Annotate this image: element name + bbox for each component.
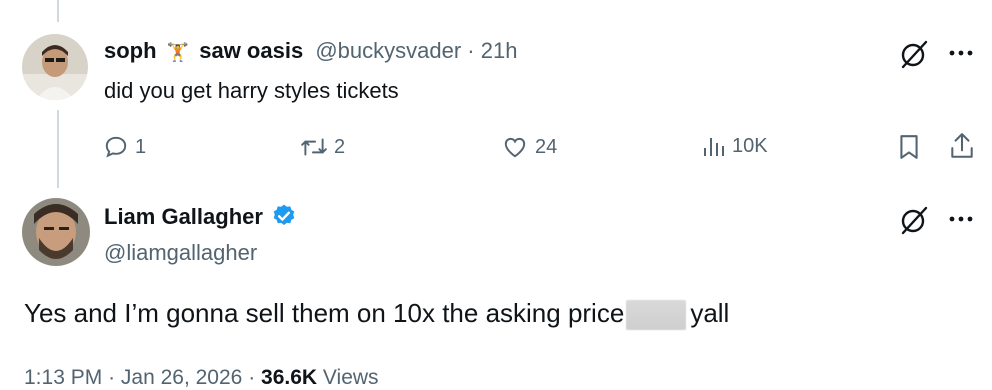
reply-icon xyxy=(105,136,127,158)
tweet-date[interactable]: Jan 26, 2026 xyxy=(121,366,242,389)
thread-connector-bottom xyxy=(57,110,59,188)
retweet-count: 2 xyxy=(334,135,346,158)
tweet-text-before: Yes and I’m gonna sell them on 10x the a… xyxy=(24,298,625,328)
share-icon xyxy=(951,133,973,158)
views-label: Views xyxy=(322,366,379,389)
meta-separator-2: · xyxy=(248,366,256,389)
like-icon xyxy=(504,137,526,158)
reply-count: 1 xyxy=(135,135,147,158)
verified-badge-icon[interactable] xyxy=(271,203,297,229)
bookmark-icon xyxy=(900,135,918,159)
reply-header: soph 🏋 saw oasis @buckysvader · 21h xyxy=(104,38,517,64)
name-emoji: 🏋 xyxy=(166,42,190,62)
like-action[interactable]: 24 xyxy=(501,134,557,160)
avatar-soph[interactable] xyxy=(22,34,88,100)
grok-icon xyxy=(901,206,928,235)
share-button[interactable] xyxy=(946,130,978,162)
grok-button[interactable] xyxy=(896,36,932,72)
thread-connector-top xyxy=(57,0,59,22)
display-name[interactable]: soph xyxy=(104,38,157,63)
grok-button-main[interactable] xyxy=(896,202,932,238)
more-button-main[interactable] xyxy=(945,204,977,234)
avatar-liam[interactable] xyxy=(22,198,90,266)
main-handle[interactable]: @liamgallagher xyxy=(104,240,257,266)
timestamp[interactable]: 21h xyxy=(481,38,518,63)
meta-separator: · xyxy=(108,366,116,389)
retweet-icon xyxy=(301,138,327,156)
display-name-suffix[interactable]: saw oasis xyxy=(199,38,303,63)
main-header-name: Liam Gallagher xyxy=(104,203,297,230)
tweet-time[interactable]: 1:13 PM xyxy=(24,366,102,389)
reply-text: did you get harry styles tickets xyxy=(104,78,399,103)
separator: · xyxy=(467,38,475,63)
more-button[interactable] xyxy=(945,38,977,68)
main-tweet-text: Yes and I’m gonna sell them on 10x the a… xyxy=(24,297,730,331)
reply-action[interactable]: 1 xyxy=(103,134,146,160)
more-icon xyxy=(949,50,973,56)
display-name[interactable]: Liam Gallagher xyxy=(104,204,263,229)
grok-icon xyxy=(901,40,928,69)
handle[interactable]: @buckysvader xyxy=(315,38,461,63)
retweet-action[interactable]: 2 xyxy=(300,134,345,160)
bookmark-button[interactable] xyxy=(894,132,924,162)
like-count: 24 xyxy=(535,135,558,158)
views-count: 36.6K xyxy=(261,366,318,389)
tweet-text-after: yall xyxy=(690,298,730,328)
more-icon xyxy=(949,216,973,222)
redacted-emoji xyxy=(626,300,687,331)
views-count: 10K xyxy=(732,134,768,157)
views-action[interactable]: 10K xyxy=(702,134,768,158)
main-tweet-meta: 1:13 PM · Jan 26, 2026 · 36.6K Views xyxy=(24,366,379,390)
views-icon xyxy=(704,138,724,156)
